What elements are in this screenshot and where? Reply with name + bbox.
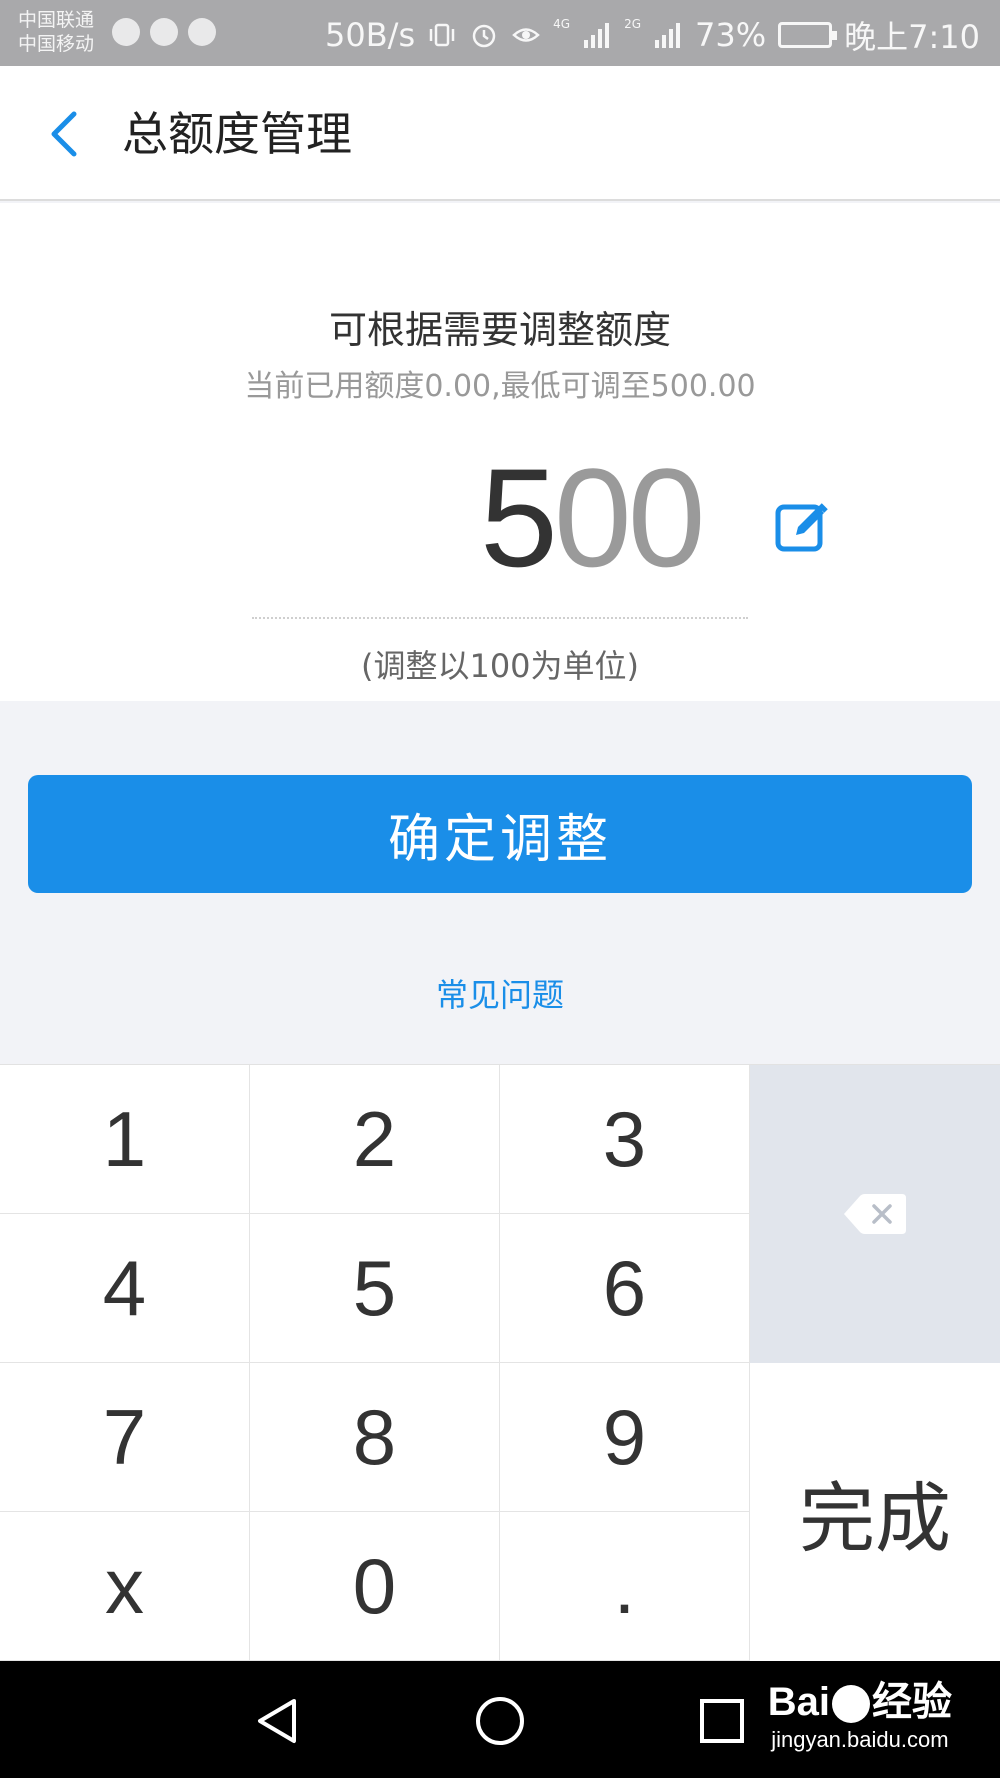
key-1[interactable]: 1 <box>0 1065 250 1214</box>
amount-input[interactable]: 500 <box>480 443 706 593</box>
signal-1-icon <box>584 23 610 48</box>
chat-notification-icon <box>188 18 216 46</box>
key-8[interactable]: 8 <box>250 1363 500 1512</box>
carrier-info: 中国联通 中国移动 <box>18 8 94 56</box>
watermark-brand-right: 经验 <box>872 1680 952 1724</box>
key-3[interactable]: 3 <box>500 1065 750 1214</box>
system-nav-bar: Bai 经验 jingyan.baidu.com <box>0 1661 1000 1778</box>
browser-notification-icon <box>112 18 140 46</box>
battery-icon <box>778 22 838 48</box>
nav-back-icon[interactable] <box>250 1693 306 1749</box>
key-6[interactable]: 6 <box>500 1214 750 1363</box>
status-bar: 中国联通 中国移动 50B/s 4G 2G 73% 晚上7:10 <box>0 0 1000 66</box>
watermark-brand-left: Bai <box>767 1680 830 1724</box>
clock: 晚上7:10 <box>844 18 980 56</box>
amount-hint: 00 <box>553 439 706 596</box>
message-notification-icon <box>150 18 178 46</box>
unit-note: (调整以100为单位) <box>360 647 640 685</box>
baidu-jingyan-watermark: Bai 经验 jingyan.baidu.com <box>768 1669 952 1753</box>
key-dot[interactable]: . <box>500 1512 750 1661</box>
key-2[interactable]: 2 <box>250 1065 500 1214</box>
faq-link[interactable]: 常见问题 <box>0 970 1000 1016</box>
carrier-1: 中国联通 <box>18 9 95 31</box>
adjust-heading: 可根据需要调整额度 <box>328 308 671 352</box>
network-type-1: 4G <box>553 17 571 31</box>
app-header: 总额度管理 <box>0 66 1000 201</box>
signal-2-icon <box>655 23 680 48</box>
watermark-url: jingyan.baidu.com <box>771 1727 949 1752</box>
net-speed: 50B/s <box>325 16 416 54</box>
limit-adjust-panel: 可根据需要调整额度 当前已用额度0.00,最低可调至500.00 500 (调整… <box>0 203 1000 701</box>
network-type-2: 2G <box>624 17 641 31</box>
edit-icon[interactable] <box>774 499 830 555</box>
battery-percent: 73% <box>695 16 767 54</box>
nav-home-icon[interactable] <box>472 1693 528 1749</box>
backspace-key[interactable] <box>750 1065 1000 1363</box>
carrier-2: 中国移动 <box>18 33 95 55</box>
numeric-keypad: 1 2 3 4 5 6 7 8 9 x 0 . 完成 <box>0 1064 1000 1661</box>
eye-comfort-icon <box>512 28 540 42</box>
limit-subheading: 当前已用额度0.00,最低可调至500.00 <box>244 369 756 404</box>
key-9[interactable]: 9 <box>500 1363 750 1512</box>
backspace-icon <box>844 1194 906 1234</box>
status-right: 50B/s 4G 2G 73% 晚上7:10 <box>325 12 980 58</box>
done-key[interactable]: 完成 <box>750 1363 1000 1661</box>
alarm-icon <box>472 24 496 48</box>
vibrate-icon <box>429 23 455 47</box>
amount-typed: 5 <box>480 439 558 596</box>
key-0[interactable]: 0 <box>250 1512 500 1661</box>
amount-underline <box>252 617 748 619</box>
key-4[interactable]: 4 <box>0 1214 250 1363</box>
page-title: 总额度管理 <box>122 107 352 161</box>
nav-recents-icon[interactable] <box>694 1693 750 1749</box>
notification-icons <box>112 18 216 46</box>
key-5[interactable]: 5 <box>250 1214 500 1363</box>
back-arrow-icon[interactable] <box>36 104 96 164</box>
confirm-adjust-button[interactable]: 确定调整 <box>28 775 972 893</box>
paw-logo-icon <box>832 1685 870 1724</box>
key-7[interactable]: 7 <box>0 1363 250 1512</box>
key-x[interactable]: x <box>0 1512 250 1661</box>
